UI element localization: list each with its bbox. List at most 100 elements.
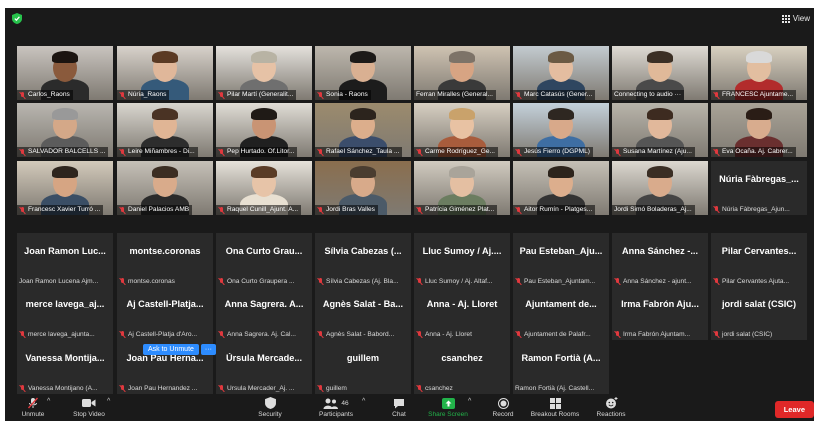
participant-name-label: Pilar Cervantes Ajuta...: [711, 278, 807, 285]
video-tile-carlos-raons[interactable]: Carlos_Raons: [17, 46, 113, 100]
name-tile-pilar-cervantes-ajuta[interactable]: Pilar Cervantes... Pilar Cervantes Ajuta.…: [711, 233, 807, 287]
unmute-label: Unmute: [21, 411, 45, 418]
video-tile-nuria-raons[interactable]: Núria_Raons: [117, 46, 213, 100]
participant-name: Anna Sagrera. Aj. Cal...: [227, 331, 296, 338]
share-options-chevron-icon[interactable]: ^: [468, 398, 471, 405]
name-tile-guillem[interactable]: guillem guillem: [315, 340, 411, 394]
participant-name: FRANCESC Ajuntame...: [722, 91, 794, 98]
ask-to-unmute-button[interactable]: Ask to Unmute: [143, 344, 199, 355]
participant-name: SALVADOR BALCELLS ...: [28, 148, 106, 155]
participant-display-name: Anna - Aj. Lloret: [426, 299, 498, 309]
microphone-muted-icon: [614, 331, 621, 338]
name-tile-csanchez[interactable]: csanchez csanchez: [414, 340, 510, 394]
video-options-chevron-icon[interactable]: ^: [107, 398, 110, 405]
stop-video-button[interactable]: Stop Video: [67, 397, 111, 418]
name-tile-ona-curto-graupera[interactable]: Ona Curto Grau... Ona Curto Graupera ...: [216, 233, 312, 287]
breakout-rooms-button[interactable]: Breakout Rooms: [529, 397, 581, 418]
participant-name: Núria Fàbregas_Ajun...: [722, 206, 790, 213]
participant-name-label: Daniel Palacios AMB: [117, 205, 193, 215]
video-tile-jordi-simo-boladeras-aj[interactable]: Jordi Simó Boladeras_Aj...: [612, 161, 708, 215]
video-tile-raquel-cunill-ajunt-a[interactable]: Raquel Cunill_Ajunt. A...: [216, 161, 312, 215]
video-tile-jesus-fierro-dgpml[interactable]: Jesús Fierro (DGPML): [513, 103, 609, 157]
video-tile-pep-hurtado-of-litor[interactable]: Pep Hurtado. Of.Litor...: [216, 103, 312, 157]
name-tile-anna-sagrera-aj-cal[interactable]: Anna Sagrera. A... Anna Sagrera. Aj. Cal.…: [216, 286, 312, 340]
video-tile-francesc-ajuntame[interactable]: FRANCESC Ajuntame...: [711, 46, 807, 100]
name-tile-lluc-sumoy-aj-altaf[interactable]: Lluc Sumoy / Aj.... Lluc Sumoy / Aj. Alta…: [414, 233, 510, 287]
video-tile-aitor-rumin-platges[interactable]: Aitor Rumín - Platges...: [513, 161, 609, 215]
ask-to-unmute-popover: Ask to Unmute ···: [143, 344, 216, 355]
participant-name: Sonia - Raons: [326, 91, 368, 98]
participant-name: Jordi Simó Boladeras_Aj...: [614, 206, 692, 213]
video-tile-salvador-balcells[interactable]: SALVADOR BALCELLS ...: [17, 103, 113, 157]
video-tile-pilar-marti-generalit[interactable]: Pilar Martí (Generalit...: [216, 46, 312, 100]
participant-name-label: Jesús Fierro (DGPML): [513, 147, 593, 157]
video-tile-francesc-xavier-turro[interactable]: Francesc Xavier Turró ...: [17, 161, 113, 215]
name-tile-agnes-salat-babord[interactable]: Agnès Salat - Ba... Agnès Salat - Babord.…: [315, 286, 411, 340]
video-tile-susana-martinez-aju[interactable]: Susana Martínez (Aju...: [612, 103, 708, 157]
name-tile-pau-esteban-ajuntam[interactable]: Pau Esteban_Aju... Pau Esteban_Ajuntam...: [513, 233, 609, 287]
video-tile-leire-minambres-di[interactable]: Leire Miñambres - Di...: [117, 103, 213, 157]
microphone-muted-icon: [19, 385, 26, 392]
name-tile-anna-aj-lloret[interactable]: Anna - Aj. Lloret Anna - Aj. Lloret: [414, 286, 510, 340]
participant-name: Carme Rodríguez_Ge...: [425, 148, 495, 155]
name-tile-montse-coronas[interactable]: montse.coronas montse.coronas: [117, 233, 213, 287]
more-options-button[interactable]: ···: [200, 344, 216, 355]
audio-options-chevron-icon[interactable]: ^: [47, 398, 50, 405]
record-icon: [497, 397, 509, 409]
name-tile-jordi-salat-csic[interactable]: jordi salat (CSIC) jordi salat (CSIC): [711, 286, 807, 340]
chat-button[interactable]: Chat: [382, 397, 416, 418]
participant-name-label: Ramon Fortià (Aj. Castell...: [513, 385, 609, 392]
participant-name-label: Francesc Xavier Turró ...: [17, 205, 104, 215]
video-tile-jordi-bras-valles[interactable]: Jordi Bras Valles: [315, 161, 411, 215]
record-button[interactable]: Record: [486, 397, 520, 418]
microphone-muted-icon: [515, 206, 522, 214]
participants-count: 46: [341, 399, 349, 407]
name-tile-vanessa-montijano-a[interactable]: Vanessa Montija... Vanessa Montijano (A..…: [17, 340, 113, 394]
video-tile-daniel-palacios-amb[interactable]: Daniel Palacios AMB: [117, 161, 213, 215]
participant-name: Ramon Fortià (Aj. Castell...: [515, 385, 595, 392]
participants-chevron-icon[interactable]: ^: [362, 398, 365, 405]
share-screen-button[interactable]: Share Screen: [425, 397, 471, 418]
smiley-plus-icon: [605, 397, 617, 409]
view-button[interactable]: View: [781, 14, 810, 23]
participant-name: Marc Catasús (Gener...: [524, 91, 593, 98]
participant-name: Raquel Cunill_Ajunt. A...: [227, 206, 299, 213]
participants-button[interactable]: 46 Participants: [313, 397, 359, 418]
name-tile-nuria-fabregas-ajun[interactable]: Núria Fàbregas_... Núria Fàbregas_Ajun...: [711, 161, 807, 215]
participant-name-label: Pilar Martí (Generalit...: [216, 90, 297, 100]
video-tile-marc-catasus-gener[interactable]: Marc Catasús (Gener...: [513, 46, 609, 100]
participant-name: Núria_Raons: [128, 91, 167, 98]
microphone-muted-icon: [119, 206, 126, 214]
microphone-muted-icon: [19, 206, 26, 214]
video-tile-eva-ocana-aj-cabrer[interactable]: Eva Ocaña. Aj. Cabrer...: [711, 103, 807, 157]
participant-name-label: Joan Ramon Lucena Ajm...: [17, 278, 113, 285]
name-tile-silvia-cabezas-aj-bla[interactable]: Sílvia Cabezas (... Sílvia Cabezas (Aj. B…: [315, 233, 411, 287]
participant-name-label: Rafael Sánchez_Taula ...: [315, 147, 403, 157]
name-tile-ajuntament-de-palafr[interactable]: Ajuntament de... Ajuntament de Palafr...: [513, 286, 609, 340]
name-tile-anna-sanchez-ajunt[interactable]: Anna Sánchez -... Anna Sánchez - ajunt...: [612, 233, 708, 287]
meeting-toolbar: Unmute ^ Stop Video ^ Security 46 Partic…: [5, 395, 814, 421]
reactions-button[interactable]: Reactions: [591, 397, 631, 418]
name-tile-ursula-mercader-aj[interactable]: Úrsula Mercade... Úrsula Mercader_Aj. ...: [216, 340, 312, 394]
participant-name-label: Leire Miñambres - Di...: [117, 147, 198, 157]
security-button[interactable]: Security: [250, 397, 290, 418]
microphone-muted-icon: [713, 148, 720, 156]
video-tile-connecting-to-audio[interactable]: Connecting to audio ···: [612, 46, 708, 100]
microphone-muted-icon: [218, 148, 225, 156]
name-tile-aj-castell-platja-d-aro[interactable]: Aj Castell-Platja... Aj Castell-Platja d'…: [117, 286, 213, 340]
name-tile-irma-fabron-ajuntam[interactable]: Irma Fabrón Aju... Irma Fabrón Ajuntam...: [612, 286, 708, 340]
video-tile-patricia-gimenez-plat[interactable]: Patrícia Giménez Plat...: [414, 161, 510, 215]
participant-name: Irma Fabrón Ajuntam...: [623, 331, 691, 338]
name-tile-merce-lavega-ajunta[interactable]: merce lavega_aj... merce lavega_ajunta...: [17, 286, 113, 340]
video-tile-carme-rodriguez-ge[interactable]: Carme Rodríguez_Ge...: [414, 103, 510, 157]
chat-bubble-icon: [394, 398, 404, 408]
name-tile-joan-ramon-lucena-ajm[interactable]: Joan Ramon Luc... Joan Ramon Lucena Ajm..…: [17, 233, 113, 287]
zoom-window: View Carlos_Raons Núria_Raons Pilar Martí …: [5, 8, 814, 421]
share-screen-label: Share Screen: [428, 411, 468, 418]
video-tile-sonia-raons[interactable]: Sonia - Raons: [315, 46, 411, 100]
shield-icon[interactable]: [12, 13, 22, 24]
video-tile-ferran-miralles-general[interactable]: Ferran Miralles (General...: [414, 46, 510, 100]
video-tile-rafael-sanchez-taula[interactable]: Rafael Sánchez_Taula ...: [315, 103, 411, 157]
name-tile-ramon-fortia-aj-castell[interactable]: Ramon Fortià (A... Ramon Fortià (Aj. Cast…: [513, 340, 609, 394]
leave-button[interactable]: Leave: [774, 401, 814, 418]
